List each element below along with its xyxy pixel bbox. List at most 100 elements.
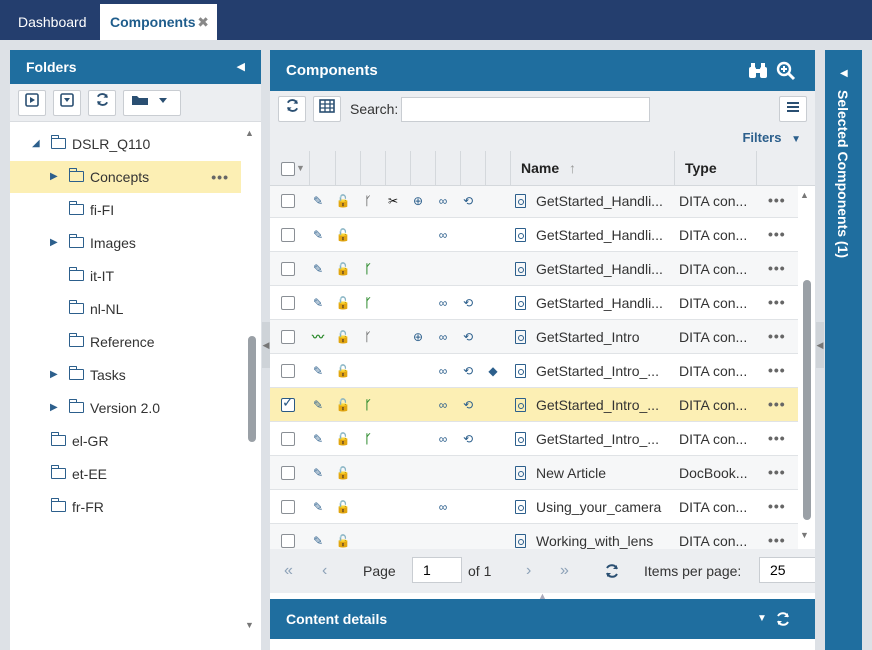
link-icon[interactable]: ∞ (433, 354, 453, 388)
collapse-box-button[interactable] (53, 90, 81, 116)
branch-icon[interactable]: ᚴ (358, 186, 378, 218)
col-name[interactable]: Name ↑ (510, 151, 674, 186)
tree-item-dslr[interactable]: ◢ DSLR_Q110 (10, 128, 241, 160)
unlock-icon[interactable]: 🔓 (333, 218, 353, 252)
more-options-icon[interactable]: ••• (211, 161, 229, 193)
more-options-icon[interactable]: ••• (768, 456, 786, 488)
unlock-icon[interactable]: 🔓 (333, 422, 353, 456)
table-row[interactable]: ✎ 🔓 ᚴ ∞ ⟲ GetStarted_Handli... DITA con... ••• (270, 286, 798, 320)
play-button[interactable] (18, 90, 46, 116)
tab-components[interactable]: Components ✖ (100, 4, 217, 40)
sync-icon[interactable]: ⟲ (458, 320, 478, 354)
caret-down-icon[interactable]: ▼ (296, 151, 305, 186)
wave-icon[interactable]: 〰 (308, 320, 328, 354)
scroll-down-icon[interactable]: ▼ (800, 530, 809, 540)
folder-menu-button[interactable] (123, 90, 181, 116)
edit-icon[interactable]: ✎ (308, 456, 328, 490)
unlock-icon[interactable]: 🔓 (333, 490, 353, 524)
row-name[interactable]: GetStarted_Intro_... (536, 388, 668, 422)
table-view-button[interactable] (313, 96, 341, 122)
last-page-icon[interactable]: » (560, 549, 569, 593)
scroll-thumb[interactable] (248, 336, 256, 442)
tree-item-images[interactable]: ▶ Images (10, 227, 241, 259)
unlock-icon[interactable]: 🔓 (333, 186, 353, 218)
tree-item-version2[interactable]: ▶ Version 2.0 (10, 392, 241, 424)
tree-item-fi[interactable]: fi-FI (10, 194, 241, 226)
right-splitter[interactable]: ◀ (816, 322, 824, 368)
page-input[interactable] (412, 557, 462, 583)
refresh-icon[interactable] (775, 611, 791, 627)
scroll-up-icon[interactable]: ▲ (245, 128, 254, 138)
left-splitter[interactable]: ◀ (262, 322, 270, 368)
row-checkbox[interactable] (281, 432, 295, 446)
link-icon[interactable]: ∞ (433, 490, 453, 524)
more-options-icon[interactable]: ••• (768, 422, 786, 454)
content-details-header[interactable]: Content details ▼ (270, 599, 815, 639)
edit-icon[interactable]: ✎ (308, 218, 328, 252)
folders-scrollbar[interactable]: ▲ ▼ (244, 126, 258, 646)
prev-page-icon[interactable]: ‹ (322, 549, 327, 593)
table-row[interactable]: ✎ 🔓 ᚴ ✂ ⊕ ∞ ⟲ GetStarted_Handli... DITA con... ••… (270, 186, 798, 218)
branch-icon[interactable]: ᚴ (358, 252, 378, 286)
more-options-icon[interactable]: ••• (768, 388, 786, 420)
tab-dashboard[interactable]: Dashboard (2, 4, 103, 40)
next-page-icon[interactable]: › (526, 549, 531, 593)
table-row[interactable]: ✎🔓ᚴ ∞⟲ GetStarted_Intro_... DITA con... ••• (270, 388, 798, 422)
items-per-page-input[interactable] (759, 557, 815, 583)
row-checkbox[interactable] (281, 330, 295, 344)
refresh-button[interactable] (88, 90, 116, 116)
row-name[interactable]: Using_your_camera (536, 490, 668, 524)
table-row[interactable]: ✎ 🔓 ∞ Using_your_camera DITA con... ••• (270, 490, 798, 524)
more-options-icon[interactable]: ••• (768, 218, 786, 250)
caret-right-icon[interactable]: ▶ (50, 227, 58, 259)
row-checkbox[interactable] (281, 296, 295, 310)
first-page-icon[interactable]: « (284, 549, 293, 593)
edit-icon[interactable]: ✎ (308, 490, 328, 524)
more-options-icon[interactable]: ••• (768, 490, 786, 522)
scroll-up-icon[interactable]: ▲ (800, 190, 809, 200)
sync-icon[interactable]: ⟲ (458, 388, 478, 422)
refresh-icon[interactable] (604, 563, 620, 579)
branch-icon[interactable]: ᚴ (358, 388, 378, 422)
filters-dropdown[interactable]: Filters ▼ (742, 130, 801, 145)
binoculars-icon[interactable] (748, 62, 768, 80)
more-options-icon[interactable]: ••• (768, 320, 786, 352)
sync-icon[interactable]: ⟲ (458, 422, 478, 456)
scroll-down-icon[interactable]: ▼ (245, 620, 254, 630)
row-name[interactable]: GetStarted_Handli... (536, 252, 668, 286)
link-icon[interactable]: ∞ (433, 422, 453, 456)
more-options-icon[interactable]: ••• (768, 252, 786, 284)
grid-scrollbar[interactable]: ▲ ▼ (799, 188, 813, 546)
unlock-icon[interactable]: 🔓 (333, 354, 353, 388)
tag-icon[interactable]: ◆ (483, 354, 503, 388)
collapse-left-icon[interactable]: ◀ (237, 50, 245, 84)
row-checkbox[interactable] (281, 194, 295, 208)
table-row[interactable]: ✎🔓ᚴ ∞⟲ GetStarted_Intro_... DITA con... ••• (270, 422, 798, 456)
branch-icon[interactable]: ᚴ (358, 320, 378, 354)
table-row[interactable]: ✎ 🔓 ᚴ GetStarted_Handli... DITA con... ••• (270, 252, 798, 286)
edit-icon[interactable]: ✎ (308, 354, 328, 388)
row-checkbox[interactable] (281, 262, 295, 276)
row-name[interactable]: GetStarted_Intro_... (536, 422, 668, 456)
tree-item-tasks[interactable]: ▶ Tasks (10, 359, 241, 391)
expand-left-icon[interactable]: ◀ (840, 68, 848, 79)
link-icon[interactable]: ∞ (433, 286, 453, 320)
sync-icon[interactable]: ⟲ (458, 286, 478, 320)
row-name[interactable]: GetStarted_Handli... (536, 218, 668, 252)
sync-icon[interactable]: ⟲ (458, 186, 478, 218)
row-name[interactable]: New Article (536, 456, 668, 490)
more-options-icon[interactable]: ••• (768, 524, 786, 549)
branch-icon[interactable]: ᚴ (358, 422, 378, 456)
clip-icon[interactable]: ✂ (383, 186, 403, 218)
row-checkbox[interactable] (281, 228, 295, 242)
tree-item-et[interactable]: et-EE (10, 458, 241, 490)
unlock-icon[interactable]: 🔓 (333, 320, 353, 354)
link-icon[interactable]: ∞ (433, 388, 453, 422)
edit-icon[interactable]: ✎ (308, 388, 328, 422)
refresh-button[interactable] (278, 96, 306, 122)
row-checkbox[interactable] (281, 364, 295, 378)
edit-icon[interactable]: ✎ (308, 524, 328, 549)
table-row[interactable]: ✎ 🔓 Working_with_lens DITA con... ••• (270, 524, 798, 549)
more-options-icon[interactable]: ••• (768, 354, 786, 386)
caret-down-icon[interactable]: ◢ (32, 128, 40, 160)
